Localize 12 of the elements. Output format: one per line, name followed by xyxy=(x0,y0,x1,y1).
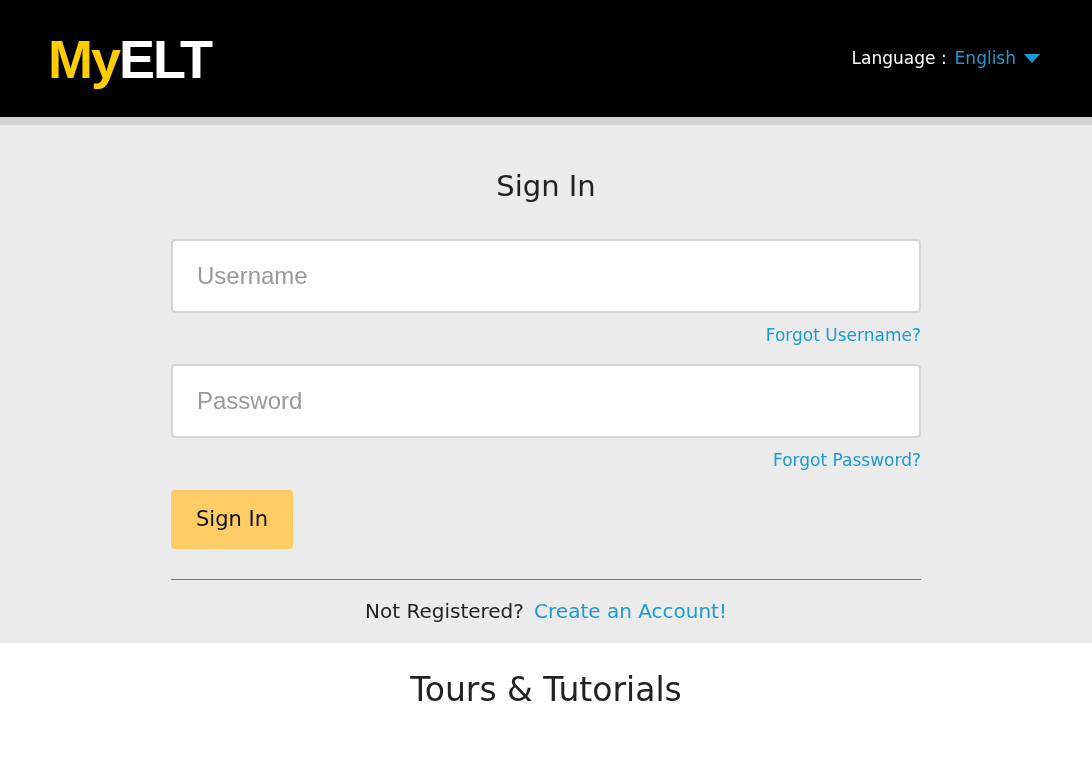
tours-title: Tours & Tutorials xyxy=(409,669,683,711)
forgot-link[interactable]: Forgot Password? xyxy=(773,450,921,470)
language-label: Language : xyxy=(851,46,947,70)
sign-in-title: Sign In xyxy=(495,168,597,205)
input-field[interactable]: Password xyxy=(171,364,921,438)
caret-icon xyxy=(1024,53,1040,64)
forgot-link[interactable]: Forgot Username? xyxy=(765,324,921,345)
sign-in-button[interactable]: Sign In xyxy=(171,489,293,549)
input-field[interactable]: Username xyxy=(171,238,921,313)
register-prompt: Not Registered? xyxy=(365,599,524,623)
create-account-link[interactable]: Create an Account! xyxy=(534,599,727,623)
language-dropdown[interactable]: English xyxy=(954,45,1040,72)
